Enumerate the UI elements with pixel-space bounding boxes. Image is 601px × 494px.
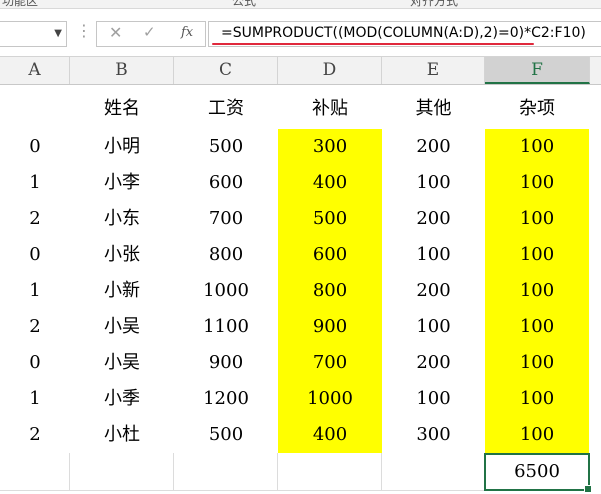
header-cell-e[interactable]: 其他 xyxy=(382,91,485,127)
name-box[interactable]: ▼ xyxy=(0,21,67,47)
table-cell[interactable]: 100 xyxy=(382,165,485,201)
table-cell[interactable]: 900 xyxy=(174,345,278,381)
header-cell-d[interactable]: 补贴 xyxy=(278,91,382,127)
table-cell[interactable]: 小吴 xyxy=(70,345,174,381)
empty-cell[interactable] xyxy=(382,453,485,491)
insert-function-icon[interactable]: fx xyxy=(181,25,193,40)
table-cell[interactable]: 400 xyxy=(278,165,382,201)
column-header-c[interactable]: C xyxy=(174,57,278,84)
table-cell[interactable]: 200 xyxy=(382,273,485,309)
table-cell[interactable]: 0 xyxy=(0,345,70,381)
header-cell-f[interactable]: 杂项 xyxy=(485,91,589,127)
table-cell[interactable]: 600 xyxy=(174,165,278,201)
table-cell[interactable]: 小季 xyxy=(70,381,174,417)
table-cell[interactable]: 2 xyxy=(0,417,70,453)
empty-cell[interactable] xyxy=(0,453,70,491)
table-cell[interactable]: 900 xyxy=(278,309,382,345)
formula-controls: ✕ ✓ fx xyxy=(96,21,206,47)
column-header-a[interactable]: A xyxy=(0,57,70,84)
table-cell[interactable]: 800 xyxy=(174,237,278,273)
active-cell-f11[interactable]: 6500 xyxy=(484,453,592,493)
table-cell[interactable]: 200 xyxy=(382,129,485,165)
table-cell[interactable]: 100 xyxy=(485,201,589,237)
fill-handle[interactable] xyxy=(584,485,592,493)
empty-cell[interactable] xyxy=(174,453,278,491)
table-cell[interactable]: 600 xyxy=(278,237,382,273)
table-cell[interactable]: 100 xyxy=(485,129,589,165)
table-cell[interactable]: 1000 xyxy=(174,273,278,309)
table-cell[interactable]: 小杜 xyxy=(70,417,174,453)
ribbon-fragment-mid: 公式 xyxy=(232,0,257,8)
table-cell[interactable]: 100 xyxy=(485,345,589,381)
table-cell[interactable]: 400 xyxy=(278,417,382,453)
table-cell[interactable]: 500 xyxy=(174,129,278,165)
table-cell[interactable]: 0 xyxy=(0,237,70,273)
cancel-icon[interactable]: ✕ xyxy=(109,23,122,42)
column-header-b[interactable]: B xyxy=(70,57,174,84)
column-headers: A B C D E F xyxy=(0,57,601,85)
formula-text: =SUMPRODUCT((MOD(COLUMN(A:D),2)=0)*C2:F1… xyxy=(221,25,586,41)
more-icon: ⋮ xyxy=(76,21,92,40)
column-header-f[interactable]: F xyxy=(485,57,590,84)
table-cell[interactable]: 800 xyxy=(278,273,382,309)
table-cell[interactable]: 1100 xyxy=(174,309,278,345)
table-cell[interactable]: 100 xyxy=(485,237,589,273)
header-cell-b[interactable]: 姓名 xyxy=(70,91,174,127)
table-cell[interactable]: 200 xyxy=(382,345,485,381)
table-cell[interactable]: 100 xyxy=(382,237,485,273)
table-cell[interactable]: 100 xyxy=(485,309,589,345)
table-cell[interactable]: 1200 xyxy=(174,381,278,417)
ribbon-strip: 功能区 公式 对齐方式 xyxy=(0,0,601,9)
ribbon-fragment-right: 对齐方式 xyxy=(410,0,459,8)
table-cell[interactable]: 小东 xyxy=(70,201,174,237)
table-cell[interactable]: 100 xyxy=(382,309,485,345)
table-cell[interactable]: 小吴 xyxy=(70,309,174,345)
empty-cell[interactable] xyxy=(278,453,382,491)
table-cell[interactable]: 0 xyxy=(0,129,70,165)
table-cell[interactable]: 100 xyxy=(485,381,589,417)
table-cell[interactable]: 100 xyxy=(485,273,589,309)
column-header-e[interactable]: E xyxy=(382,57,485,84)
table-cell[interactable]: 700 xyxy=(174,201,278,237)
table-cell[interactable]: 500 xyxy=(174,417,278,453)
header-cell-a[interactable] xyxy=(0,91,70,127)
table-cell[interactable]: 100 xyxy=(382,381,485,417)
table-cell[interactable]: 小张 xyxy=(70,237,174,273)
table-cell[interactable]: 2 xyxy=(0,309,70,345)
table-cell[interactable]: 100 xyxy=(485,165,589,201)
header-cell-c[interactable]: 工资 xyxy=(174,91,278,127)
table-cell[interactable]: 300 xyxy=(278,129,382,165)
table-cell[interactable]: 100 xyxy=(485,417,589,453)
table-cell[interactable]: 2 xyxy=(0,201,70,237)
enter-icon[interactable]: ✓ xyxy=(143,23,156,41)
table-cell[interactable]: 700 xyxy=(278,345,382,381)
table-cell[interactable]: 300 xyxy=(382,417,485,453)
chevron-down-icon[interactable]: ▼ xyxy=(54,28,62,39)
table-cell[interactable]: 1 xyxy=(0,273,70,309)
ribbon-fragment-left: 功能区 xyxy=(2,0,39,8)
table-cell[interactable]: 小明 xyxy=(70,129,174,165)
table-cell[interactable]: 1 xyxy=(0,381,70,417)
table-cell[interactable]: 500 xyxy=(278,201,382,237)
empty-cell[interactable] xyxy=(70,453,174,491)
column-header-d[interactable]: D xyxy=(278,57,382,84)
formula-bar: ▼ ⋮ ✕ ✓ fx =SUMPRODUCT((MOD(COLUMN(A:D),… xyxy=(0,9,601,57)
formula-underline xyxy=(212,43,534,45)
table-cell[interactable]: 1000 xyxy=(278,381,382,417)
table-cell[interactable]: 1 xyxy=(0,165,70,201)
table-cell[interactable]: 小李 xyxy=(70,165,174,201)
table-cell[interactable]: 小新 xyxy=(70,273,174,309)
result-value: 6500 xyxy=(514,461,560,482)
table-cell[interactable]: 200 xyxy=(382,201,485,237)
